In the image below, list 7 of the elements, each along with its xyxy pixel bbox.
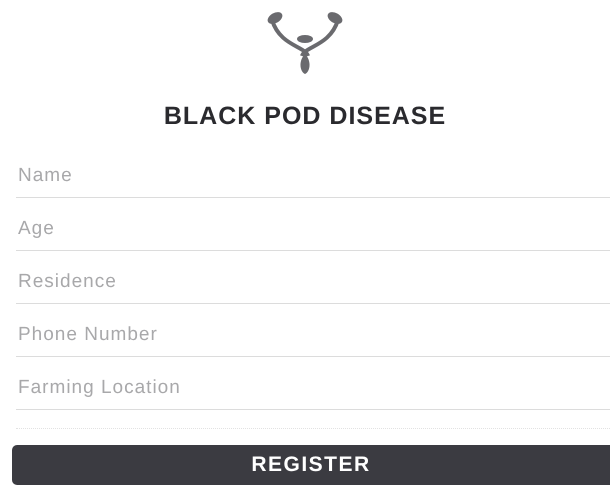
input-field[interactable]: Farming Location [16, 357, 610, 410]
register-button[interactable]: REGISTER [12, 445, 610, 485]
input-field[interactable]: Name [16, 145, 610, 198]
app-title: BLACK POD DISEASE [164, 102, 446, 131]
input-field[interactable]: Phone Number [16, 304, 610, 357]
input-field[interactable]: Residence [16, 251, 610, 304]
input-field[interactable]: Age [16, 198, 610, 251]
